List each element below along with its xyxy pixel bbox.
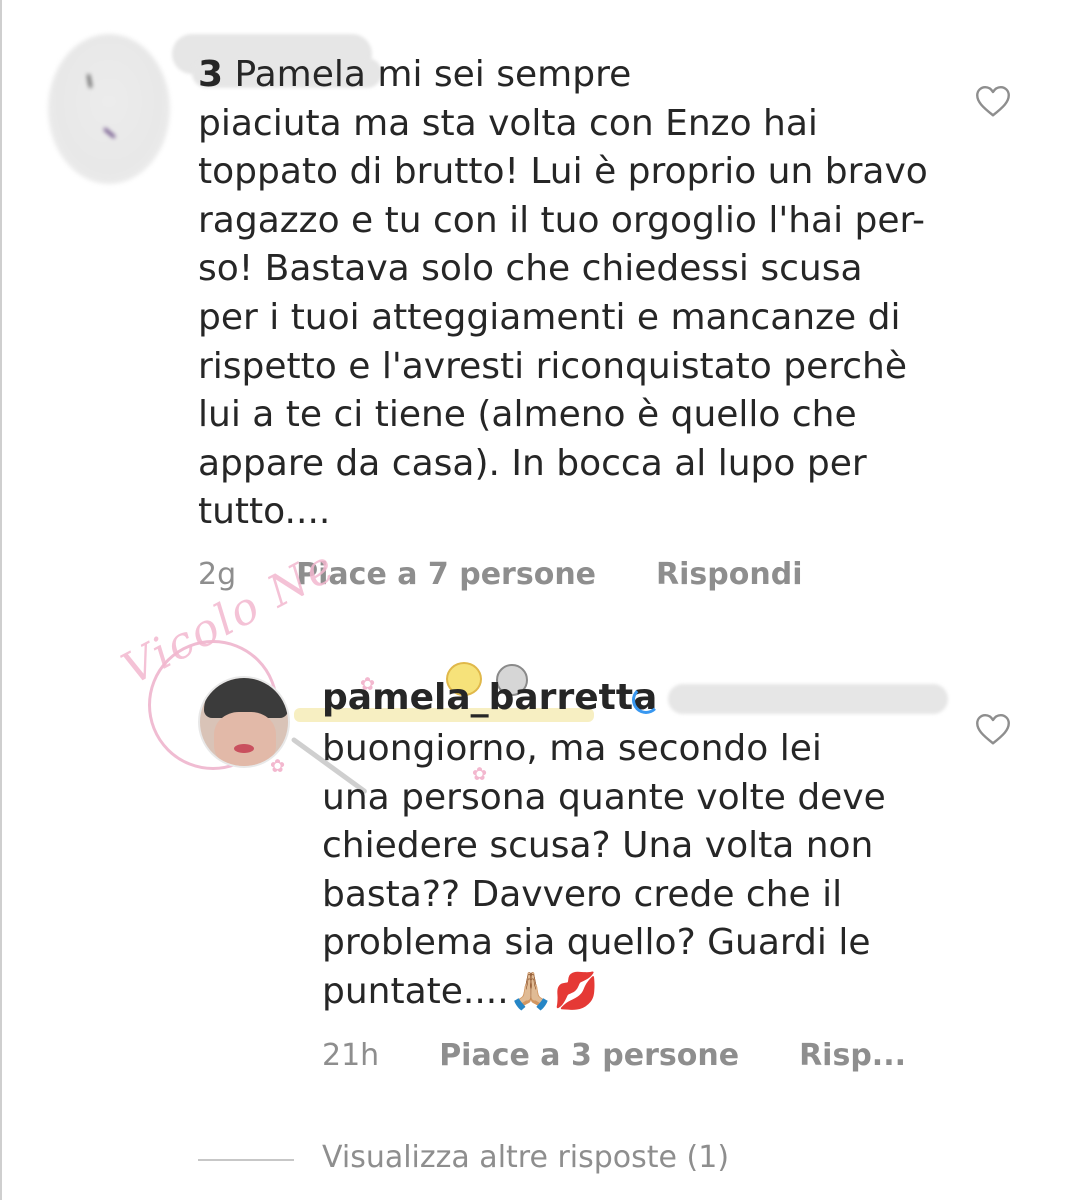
redacted-text: [668, 684, 948, 714]
comment-text: 3 Pamela mi sei sempre piaciuta ma sta vo…: [198, 51, 958, 537]
heart-outline-icon[interactable]: [975, 84, 1011, 118]
avatar[interactable]: [198, 676, 290, 768]
view-more-replies-button[interactable]: Visualizza altre risposte (1): [322, 1140, 729, 1175]
divider: [198, 1159, 294, 1161]
avatar-mark: [86, 73, 93, 89]
comments-thread: 3 Pamela mi sei sempre piaciuta ma sta vo…: [0, 0, 1074, 1200]
avatar[interactable]: [48, 34, 170, 184]
comment-username-fragment[interactable]: 3: [198, 54, 223, 95]
reply-likes[interactable]: Piace a 3 persone: [439, 1038, 739, 1073]
comment-text-line1: Pamela mi sei sempre: [234, 54, 632, 95]
avatar-face: [214, 712, 276, 766]
reply-text: buongiorno, ma secondo lei una persona q…: [322, 728, 886, 1012]
heart-outline-icon[interactable]: [975, 712, 1011, 746]
reply-username[interactable]: pamela_barretta: [322, 674, 657, 723]
verified-badge-icon: [632, 686, 660, 714]
avatar-mark: [103, 127, 116, 139]
reply-time: 21h: [322, 1038, 380, 1073]
reply-button[interactable]: Risp...: [799, 1038, 906, 1073]
avatar-lips: [234, 744, 254, 753]
paw-icon: ✿: [270, 756, 286, 777]
reply-meta: 21h Piace a 3 persone Risp...: [322, 1038, 906, 1073]
reply-button[interactable]: Rispondi: [656, 557, 802, 592]
comment-text-body: piaciuta ma sta volta con Enzo hai toppa…: [198, 102, 928, 533]
